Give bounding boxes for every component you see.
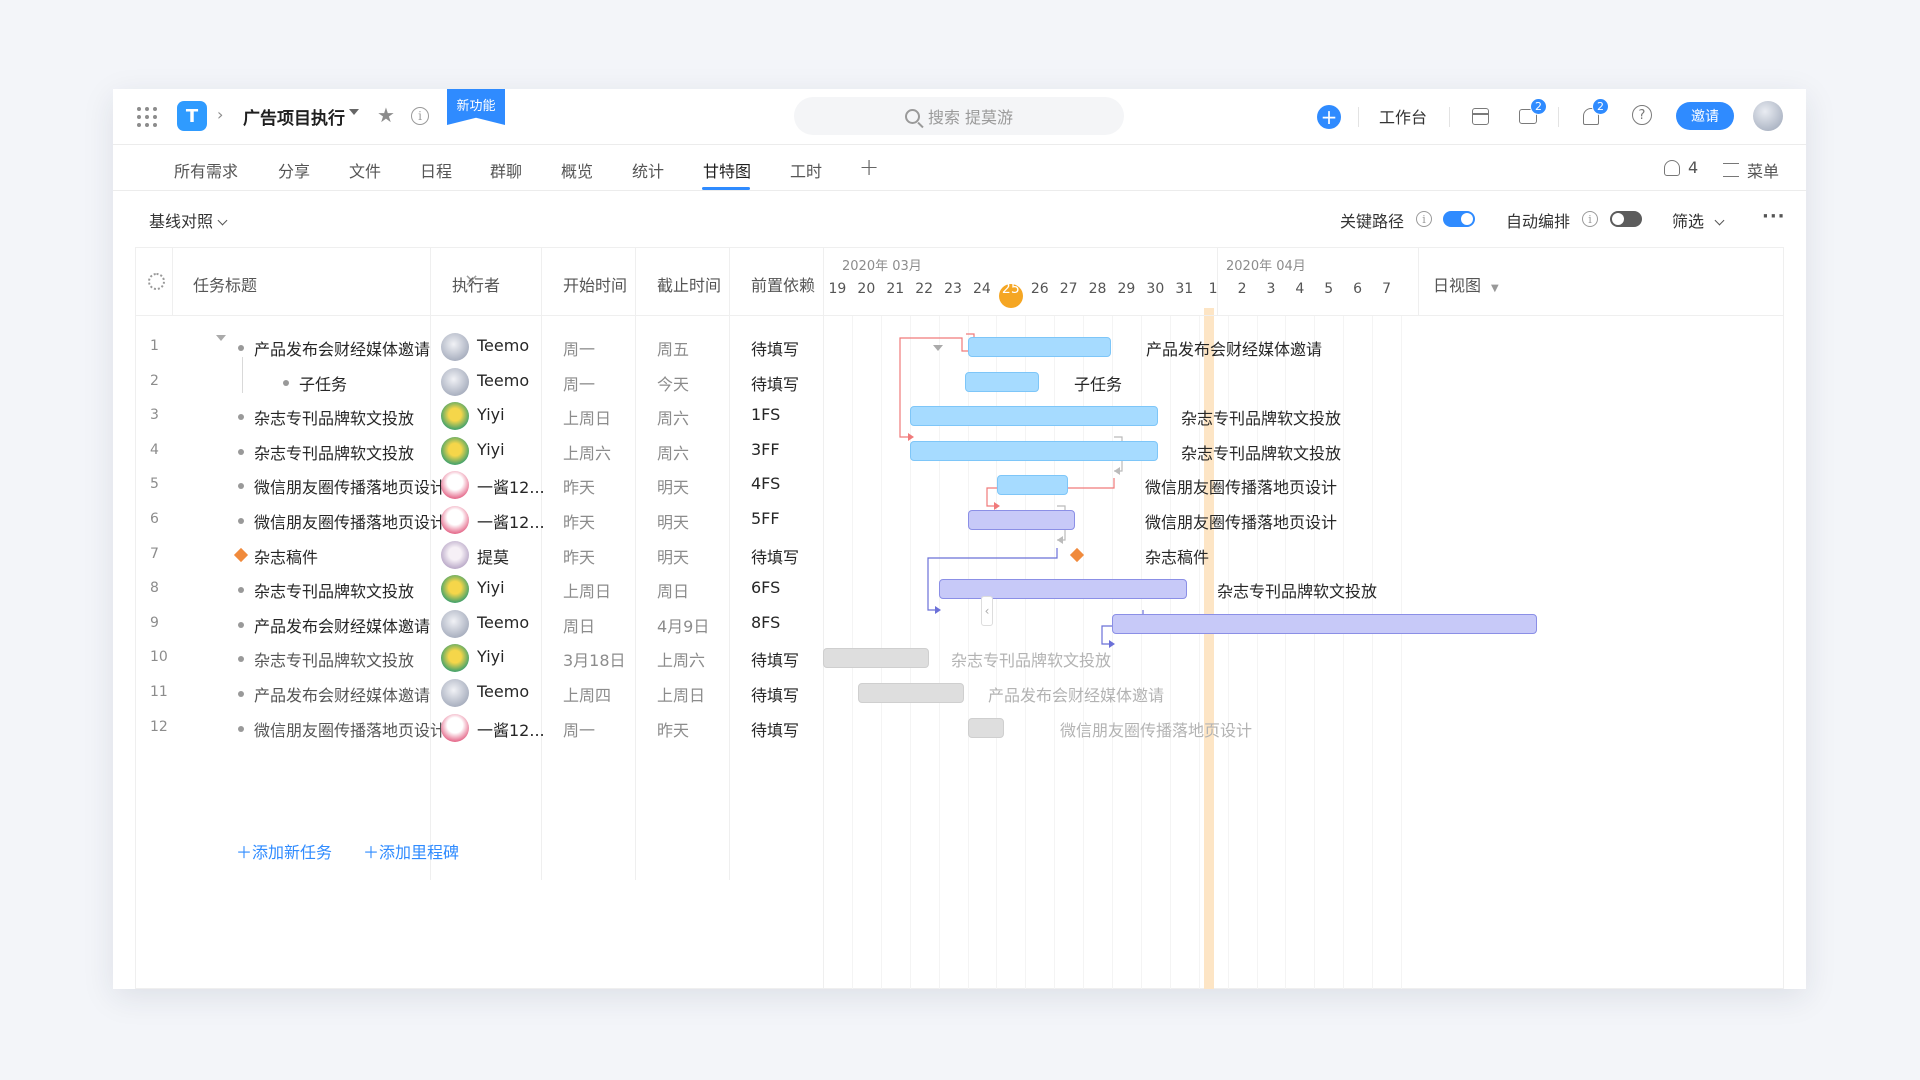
new-feature-badge[interactable]: 新功能 <box>447 89 505 125</box>
app-logo[interactable]: T <box>177 101 207 131</box>
tab-schedule[interactable]: 日程 <box>420 158 452 182</box>
tab-all-requirements[interactable]: 所有需求 <box>174 158 238 182</box>
filter-label: 筛选 <box>1672 212 1705 231</box>
add-tab-icon[interactable]: + <box>859 153 879 181</box>
gantt-bar-label: 杂志专刊品牌软文投放 <box>1181 443 1342 463</box>
workbench-link[interactable]: 工作台 <box>1379 104 1427 128</box>
gantt-bar[interactable] <box>968 717 1004 738</box>
bar-collapse-caret-icon[interactable] <box>933 345 943 351</box>
gantt-bar-label: 产品发布会财经媒体邀请 <box>1146 340 1323 359</box>
chevron-down-icon <box>1714 215 1725 226</box>
members-count: 4 <box>1688 158 1699 177</box>
tab-work-hours[interactable]: 工时 <box>790 158 822 182</box>
gantt-bar[interactable] <box>968 510 1075 530</box>
gantt-bar-label: 产品发布会财经媒体邀请 <box>988 686 1165 705</box>
search-icon <box>904 108 920 124</box>
tab-group-chat[interactable]: 群聊 <box>490 158 522 182</box>
baseline-label: 基线对照 <box>149 212 214 231</box>
menu-label: 菜单 <box>1747 162 1780 181</box>
critical-path-label: 关键路径 <box>1340 212 1405 231</box>
messages-count-badge: 2 <box>1530 98 1547 115</box>
filter-dropdown[interactable]: 筛选 <box>1672 208 1725 232</box>
tab-files[interactable]: 文件 <box>349 158 381 182</box>
tab-gantt[interactable]: 甘特图 <box>703 158 751 182</box>
link-arrow <box>908 433 914 441</box>
info-icon[interactable]: i <box>1582 211 1598 227</box>
menu-sliders-icon <box>1723 163 1739 177</box>
members-button[interactable]: 4 <box>1664 158 1698 177</box>
app-window: T › 广告项目执行 ★ i 新功能 搜索 提莫游 + 工作台 2 2 ? 邀请… <box>113 89 1806 989</box>
gantt-bar-label: 微信朋友圈传播落地页设计 <box>1060 720 1253 740</box>
gantt-bar-label: 杂志专刊品牌软文投放 <box>951 651 1112 671</box>
notifications-count-badge: 2 <box>1592 98 1609 115</box>
project-title[interactable]: 广告项目执行 <box>243 104 345 129</box>
info-icon[interactable]: i <box>1416 211 1432 227</box>
user-avatar[interactable] <box>1753 101 1783 131</box>
project-dropdown-icon[interactable] <box>349 109 359 115</box>
baseline-dropdown[interactable]: 基线对照 <box>149 208 228 232</box>
critical-path-toggle[interactable] <box>1443 211 1475 227</box>
divider <box>1358 107 1359 127</box>
gantt-bar[interactable] <box>1112 613 1537 634</box>
gantt-bar-label: 微信朋友圈传播落地页设计 <box>1145 513 1338 532</box>
calendar-icon[interactable] <box>1472 108 1489 125</box>
top-bar: T › 广告项目执行 ★ i 新功能 搜索 提莫游 + 工作台 2 2 ? 邀请 <box>113 89 1806 145</box>
active-tab-indicator <box>702 187 750 190</box>
gantt-bar[interactable] <box>858 683 964 703</box>
tab-statistics[interactable]: 统计 <box>632 158 664 182</box>
menu-button[interactable]: 菜单 <box>1723 158 1779 182</box>
help-icon[interactable]: ? <box>1632 105 1652 125</box>
auto-schedule-label: 自动编排 <box>1506 212 1571 231</box>
gantt-bar-label: 杂志稿件 <box>1145 547 1210 567</box>
invite-button[interactable]: 邀请 <box>1676 102 1734 130</box>
gantt-bar[interactable] <box>910 406 1158 427</box>
add-icon[interactable]: + <box>1317 105 1341 129</box>
gantt-bar[interactable] <box>823 648 929 669</box>
divider <box>1558 107 1559 127</box>
gantt-bar-label: 微信朋友圈传播落地页设计 <box>1145 478 1338 498</box>
gantt-bar[interactable] <box>997 475 1068 496</box>
gantt-bar[interactable] <box>968 337 1111 357</box>
search-placeholder: 搜索 提莫游 <box>927 108 1014 127</box>
link-arrow <box>1114 467 1120 475</box>
divider <box>1449 107 1450 127</box>
gantt-toolbar: 基线对照 关键路径 i 自动编排 i 筛选 ··· <box>113 191 1806 247</box>
app-grid-icon[interactable] <box>137 107 157 127</box>
breadcrumb-chevron-icon: › <box>217 105 224 124</box>
gantt-bar-label: 杂志专刊品牌软文投放 <box>1217 582 1378 602</box>
more-icon[interactable]: ··· <box>1762 206 1786 227</box>
gantt-chart: 任务标题 × 执行者 开始时间 截止时间 前置依赖 2020年 03月 2020… <box>135 247 1784 989</box>
link-arrow <box>1057 536 1063 544</box>
collapse-panel-handle[interactable]: ‹ <box>981 596 993 626</box>
gantt-bar-label: 杂志专刊品牌软文投放 <box>1181 409 1342 429</box>
tab-overview[interactable]: 概览 <box>561 158 593 182</box>
gantt-bar-label: 子任务 <box>1074 374 1123 394</box>
info-icon[interactable]: i <box>411 107 429 125</box>
auto-schedule-toggle[interactable] <box>1610 211 1642 227</box>
chevron-down-icon <box>217 215 228 226</box>
star-icon[interactable]: ★ <box>377 103 395 127</box>
link-arrow <box>994 502 1000 510</box>
dependency-links <box>899 333 1144 648</box>
gantt-bar[interactable] <box>965 371 1039 392</box>
tab-share[interactable]: 分享 <box>278 158 310 182</box>
gantt-bar[interactable] <box>910 440 1158 461</box>
link-arrow <box>935 606 941 614</box>
members-icon <box>1664 159 1680 176</box>
gantt-bar[interactable] <box>939 579 1187 600</box>
search-input[interactable]: 搜索 提莫游 <box>794 97 1124 135</box>
tab-bar: 所有需求 分享 文件 日程 群聊 概览 统计 甘特图 工时 + 4 菜单 <box>113 145 1806 191</box>
